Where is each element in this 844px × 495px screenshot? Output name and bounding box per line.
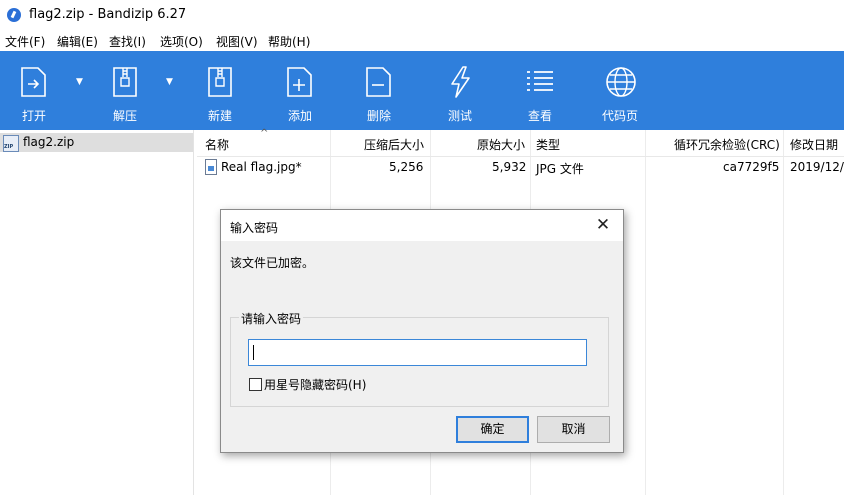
extract-zip-icon [113, 67, 137, 97]
file-original-size: 5,932 [492, 160, 527, 174]
column-header-type[interactable]: 类型 [536, 136, 560, 153]
open-icon [21, 67, 46, 97]
dialog-title: 输入密码 [230, 221, 279, 235]
sort-ascending-icon: ^ [260, 128, 269, 139]
view-button[interactable]: 查看 [508, 51, 572, 130]
list-view-icon [527, 71, 553, 91]
table-row[interactable]: Real flag.jpg* 5,256 5,932 JPG 文件 ca7729… [197, 157, 844, 177]
encrypted-message: 该文件已加密。 [230, 256, 315, 270]
new-button[interactable]: 新建 [188, 51, 252, 130]
globe-icon [606, 67, 636, 97]
window-title: flag2.zip - Bandizip 6.27 [29, 7, 187, 22]
menu-bar: 文件(F) 编辑(E) 查找(I) 选项(O) 视图(V) 帮助(H) [0, 31, 844, 51]
column-divider [645, 130, 646, 495]
delete-file-icon [366, 67, 391, 97]
column-divider [783, 130, 784, 495]
text-caret [253, 345, 254, 360]
file-type: JPG 文件 [536, 162, 584, 176]
column-header-crc[interactable]: 循环冗余检验(CRC) [674, 136, 780, 153]
add-label: 添加 [287, 109, 312, 123]
password-dialog: 输入密码 ✕ 该文件已加密。 请输入密码 用星号隐藏密码(H) 确定 取消 [220, 209, 624, 453]
list-header: 名称 ^ 压缩后大小 原始大小 类型 循环冗余检验(CRC) 修改日期 [197, 128, 844, 157]
lightning-test-icon [451, 66, 470, 98]
view-label: 查看 [527, 109, 552, 123]
close-icon[interactable]: ✕ [583, 210, 623, 241]
menu-help[interactable]: 帮助(H) [268, 33, 310, 50]
zip-archive-icon [3, 135, 19, 152]
jpg-file-icon [205, 159, 217, 175]
file-name: Real flag.jpg* [221, 160, 302, 174]
new-label: 新建 [207, 109, 232, 123]
file-modified: 2019/12/4 [790, 160, 844, 174]
open-button[interactable]: 打开 [2, 51, 66, 130]
test-button[interactable]: 测试 [428, 51, 492, 130]
menu-file[interactable]: 文件(F) [5, 33, 45, 50]
dialog-title-bar: 输入密码 ✕ [221, 210, 623, 241]
column-header-original[interactable]: 原始大小 [477, 136, 525, 153]
open-label: 打开 [21, 109, 46, 123]
column-header-name[interactable]: 名称 [205, 136, 229, 153]
menu-edit[interactable]: 编辑(E) [57, 33, 98, 50]
password-group-label: 请输入密码 [239, 310, 304, 327]
delete-button[interactable]: 删除 [347, 51, 411, 130]
cancel-button[interactable]: 取消 [537, 416, 610, 443]
extract-dropdown-chevron-icon[interactable]: ▼ [166, 77, 173, 87]
folder-tree: flag2.zip [0, 130, 194, 495]
test-label: 测试 [447, 109, 472, 123]
delete-label: 删除 [366, 109, 391, 123]
open-dropdown-chevron-icon[interactable]: ▼ [76, 77, 83, 87]
column-header-compressed[interactable]: 压缩后大小 [364, 136, 424, 153]
add-button[interactable]: 添加 [268, 51, 332, 130]
tree-item-archive[interactable]: flag2.zip [0, 133, 193, 152]
menu-view[interactable]: 视图(V) [216, 33, 258, 50]
ok-button[interactable]: 确定 [456, 416, 529, 443]
toolbar: 打开 ▼ 解压 ▼ 新建 添加 删除 测试 查看 代码页 [0, 51, 844, 130]
column-header-modified[interactable]: 修改日期 [790, 136, 838, 153]
tree-item-label: flag2.zip [23, 135, 75, 149]
hide-password-label[interactable]: 用星号隐藏密码(H) [264, 376, 366, 393]
extract-label: 解压 [112, 109, 137, 123]
password-input[interactable] [248, 339, 587, 366]
file-compressed-size: 5,256 [389, 160, 424, 174]
bandizip-app-icon [7, 8, 21, 22]
menu-options[interactable]: 选项(O) [160, 33, 203, 50]
hide-password-checkbox[interactable] [249, 378, 262, 391]
codepage-label: 代码页 [601, 109, 638, 123]
menu-find[interactable]: 查找(I) [109, 33, 146, 50]
password-group: 请输入密码 用星号隐藏密码(H) [230, 310, 609, 407]
codepage-button[interactable]: 代码页 [588, 51, 652, 130]
new-archive-icon [208, 67, 232, 97]
add-file-icon [287, 67, 312, 97]
extract-button[interactable]: 解压 [93, 51, 157, 130]
title-bar: flag2.zip - Bandizip 6.27 [0, 0, 844, 31]
file-crc: ca7729f5 [723, 160, 780, 174]
